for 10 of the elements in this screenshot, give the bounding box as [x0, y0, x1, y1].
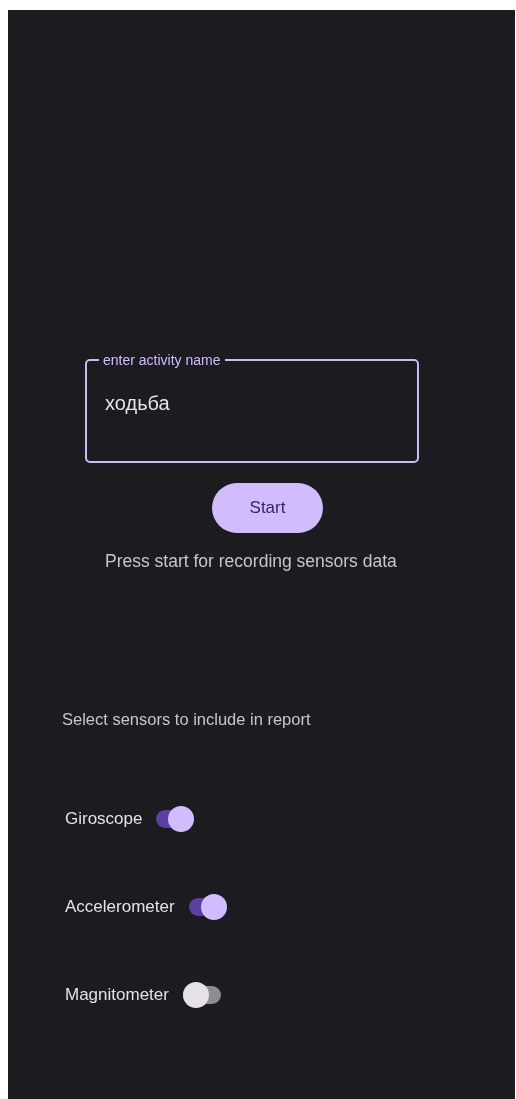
sensor-label: Magnitometer: [65, 985, 169, 1005]
start-button[interactable]: Start: [212, 483, 323, 533]
toggle-switch[interactable]: [188, 893, 227, 921]
sensor-label: Giroscope: [65, 809, 143, 829]
sensor-label: Accelerometer: [65, 897, 175, 917]
hint-text: Press start for recording sensors data: [105, 551, 397, 572]
input-field[interactable]: enter activity name ходьба: [85, 352, 419, 463]
toggle-switch[interactable]: [156, 805, 195, 833]
section-title: Select sensors to include in report: [62, 710, 311, 729]
toggle-switch[interactable]: [182, 981, 221, 1009]
